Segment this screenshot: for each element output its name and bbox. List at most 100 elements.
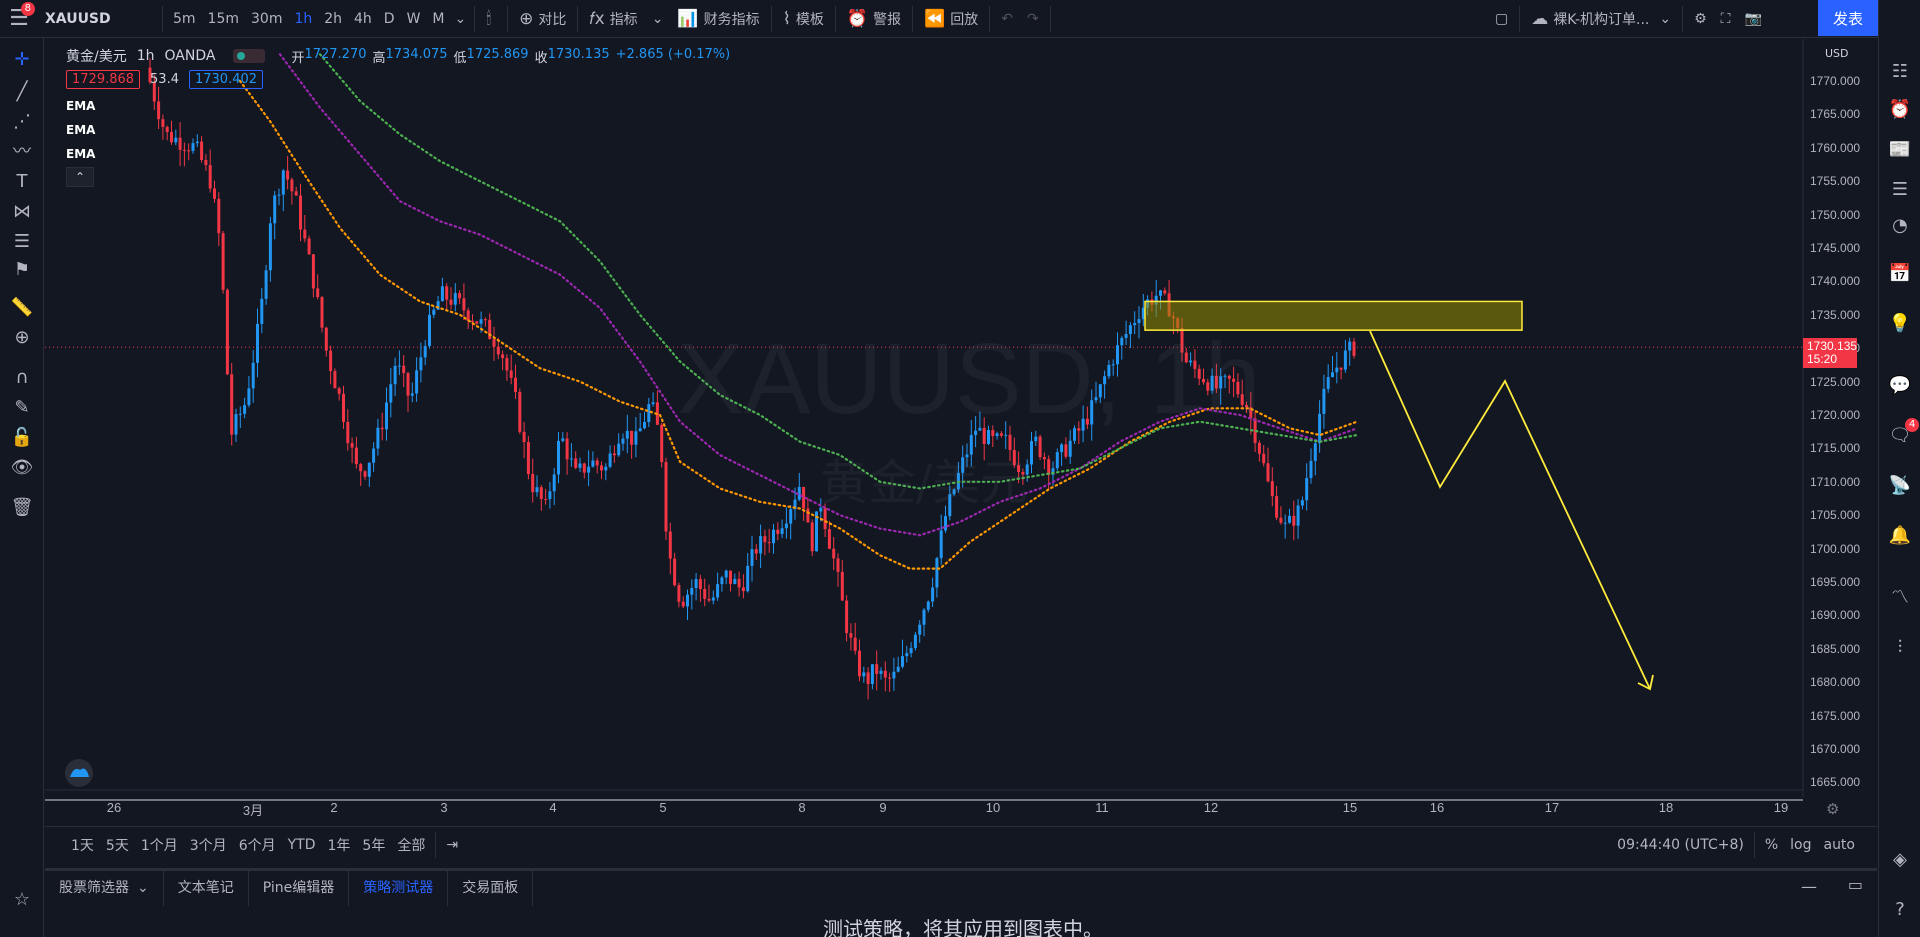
candle-body [922,609,926,625]
fullscreen-layout-button[interactable]: ▢ [1488,0,1515,38]
candle-body [759,536,763,554]
interval-2h[interactable]: 2h [318,0,348,38]
ideas-icon[interactable]: 💡 [1888,312,1912,336]
sell-button[interactable]: 1729.868 [66,70,141,89]
indicators-button[interactable]: 𝑓x 指标 ⌄ [582,0,670,38]
tab-pine-editor[interactable]: Pine编辑器 [249,871,350,906]
tab-text-notes[interactable]: 文本笔记 [164,871,249,906]
ema-indicator-1[interactable]: EMA [66,99,750,113]
dom-icon[interactable]: ⫶ [1888,636,1912,660]
publish-button[interactable]: 发表 [1818,0,1878,36]
range-1d[interactable]: 1天 [65,835,100,855]
range-ytd[interactable]: YTD [282,837,322,853]
range-5y[interactable]: 5年 [356,835,391,855]
prediction-tool-icon[interactable]: ☰ [10,230,34,254]
zoom-in-icon[interactable]: ⊕ [10,326,34,350]
lock-icon[interactable]: 🔓 [10,426,34,450]
tab-trading-panel[interactable]: 交易面板 [448,871,534,906]
settings-gear-icon[interactable]: ⚙ [1826,800,1839,818]
data-window-icon[interactable]: ☰ [1888,178,1912,202]
chats-icon[interactable]: 💬 [1888,374,1912,398]
ruler-icon[interactable]: 📏 [10,296,34,320]
watchlist-icon[interactable]: ☷ [1888,60,1912,84]
layers-icon[interactable]: ◈ [1888,848,1912,872]
collapse-legend-button[interactable]: ⌃ [66,167,94,187]
hotlist-icon[interactable]: ◔ [1888,214,1912,238]
auto-toggle[interactable]: auto [1817,837,1861,853]
replay-button[interactable]: ⏪ 回放 [917,0,985,38]
order-panel-icon[interactable]: 〽 [1888,586,1912,610]
range-1y[interactable]: 1年 [322,835,357,855]
financials-button[interactable]: 📊 财务指标 [670,0,766,38]
xabcd-pattern-icon[interactable]: ⋈ [10,200,34,224]
interval-w[interactable]: W [401,0,427,38]
candle-body [862,672,866,677]
notifications-icon[interactable]: 🔔 [1888,524,1912,548]
alerts-button[interactable]: ⏰ 警报 [840,0,908,38]
candle-body [1038,436,1042,458]
templates-button[interactable]: ⌇ 模板 [776,0,831,38]
interval-1h[interactable]: 1h [288,0,318,38]
maximize-panel-icon[interactable]: ▭ [1848,875,1863,894]
interval-dropdown[interactable]: ⌄ [451,0,471,38]
chart-type-button[interactable]: 🕯 [479,0,503,38]
currency-label[interactable]: USD [1822,47,1852,60]
pencil-lock-icon[interactable]: ✎ [10,396,34,420]
pattern-tool-icon[interactable]: 〰 [10,140,34,164]
legend-title[interactable]: 黄金/美元 [66,46,127,66]
log-toggle[interactable]: log [1784,837,1817,853]
star-icon[interactable]: ☆ [10,888,34,912]
market-status-icon[interactable] [233,49,266,63]
undo-button[interactable]: ↶ [994,0,1020,38]
range-all[interactable]: 全部 [391,835,431,855]
percent-toggle[interactable]: % [1759,837,1784,853]
streams-icon[interactable]: 📡 [1888,474,1912,498]
symbol-search[interactable]: XAUUSD [38,0,158,38]
ema-indicator-2[interactable]: EMA [66,123,750,137]
candle-body [750,549,754,566]
help-icon[interactable]: ? [1888,898,1912,922]
clock[interactable]: 09:44:40 (UTC+8) [1611,837,1750,853]
alarm-clock-icon[interactable]: ⏰ [1888,98,1912,122]
candle-body [569,458,573,460]
flag-icon[interactable]: ⚑ [10,258,34,282]
crosshair-icon[interactable]: ✛ [10,48,34,72]
layout-name-button[interactable]: ☁ 裸K-机构订单... ⌄ [1524,0,1678,38]
interval-15m[interactable]: 15m [202,0,245,38]
candle-body [574,458,578,468]
range-5d[interactable]: 5天 [100,835,135,855]
redo-button[interactable]: ↷ [1020,0,1046,38]
tab-stock-screener[interactable]: 股票筛选器 ⌄ [45,871,164,906]
fib-tool-icon[interactable]: ⋰ [10,110,34,134]
candle-body [896,666,900,672]
magnet-icon[interactable]: ∩ [10,366,34,390]
interval-5m[interactable]: 5m [167,0,202,38]
snapshot-button[interactable]: 📷 [1737,0,1768,38]
trend-line-icon[interactable]: ╱ [10,80,34,104]
buy-button[interactable]: 1730.402 [188,70,264,89]
eye-icon[interactable]: 👁 [10,456,34,480]
minimize-panel-icon[interactable]: — [1801,877,1817,896]
time-tick: 12 [1203,800,1219,815]
news-icon[interactable]: 📰 [1888,138,1912,162]
interval-m[interactable]: M [426,0,450,38]
trash-icon[interactable]: 🗑 [10,496,34,520]
interval-4h[interactable]: 4h [348,0,378,38]
compare-button[interactable]: ⊕ 对比 [512,0,573,38]
tab-strategy-tester[interactable]: 策略测试器 [349,871,449,906]
main-menu-button[interactable]: ☰ 8 [0,0,38,38]
calendar-icon[interactable]: 📅 [1888,262,1912,286]
range-6m[interactable]: 6个月 [233,835,282,855]
candle-body [832,548,836,559]
text-tool-icon[interactable]: T [10,170,34,194]
interval-30m[interactable]: 30m [245,0,288,38]
fullscreen-button[interactable]: ⛶ [1714,0,1738,38]
settings-button[interactable]: ⚙ [1687,0,1714,38]
range-3m[interactable]: 3个月 [184,835,233,855]
range-1m[interactable]: 1个月 [135,835,184,855]
interval-d[interactable]: D [378,0,401,38]
strategy-tester-message: 测试策略，将其应用到图表中。 [823,917,1103,937]
candle-body [1318,413,1322,444]
ema-indicator-3[interactable]: EMA [66,147,750,161]
goto-date-button[interactable]: ⇥ [440,837,464,853]
